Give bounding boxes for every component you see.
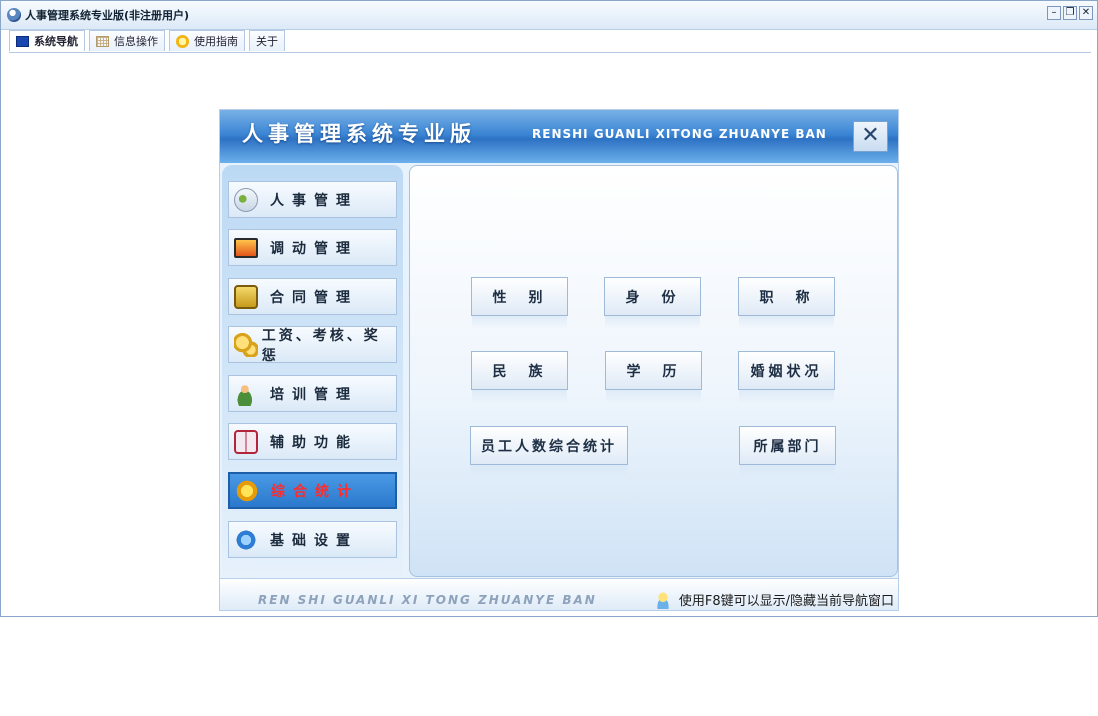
nav-item-label: 合同管理 xyxy=(270,289,358,306)
nav-item-label: 工资、考核、奖惩 xyxy=(261,327,381,364)
minimize-button[interactable]: – xyxy=(1047,6,1061,20)
panel-title-en: RENSHI GUANLI XITONG ZHUANYE BAN xyxy=(532,127,827,141)
footer-hint: 使用F8键可以显示/隐藏当前导航窗口 xyxy=(652,590,894,609)
panel-banner: 人事管理系统专业版 RENSHI GUANLI XITONG ZHUANYE B… xyxy=(220,110,898,163)
statistics-area: 性 别 身 份 职 称 民 族 学 历 婚姻状况 员工人数综合统计 所属部门 xyxy=(409,165,898,577)
nav-item-label: 综合统计 xyxy=(271,483,359,500)
gender-stat-button[interactable]: 性 别 xyxy=(471,277,568,329)
nav-menu: 人事管理 调动管理 合同管理 工资、考核、奖惩 培训管理 辅助功能 综合统计 基… xyxy=(222,165,403,577)
person-card-icon xyxy=(234,187,258,212)
tip-person-icon xyxy=(652,590,673,609)
nav-item-training[interactable]: 培训管理 xyxy=(228,375,397,412)
restore-button[interactable]: ❐ xyxy=(1063,6,1077,20)
tab-bar: 系统导航 信息操作 使用指南 关于 xyxy=(9,30,285,52)
star-icon xyxy=(235,478,259,503)
nav-item-label: 辅助功能 xyxy=(270,434,358,451)
navigation-panel: 人事管理系统专业版 RENSHI GUANLI XITONG ZHUANYE B… xyxy=(219,109,899,611)
marital-status-stat-button[interactable]: 婚姻状况 xyxy=(738,351,835,403)
panel-title: 人事管理系统专业版 xyxy=(242,122,476,146)
trainee-icon xyxy=(234,381,258,406)
book-icon xyxy=(234,429,258,454)
nav-item-label: 基础设置 xyxy=(270,532,358,549)
nav-item-label: 培训管理 xyxy=(270,386,358,403)
identity-stat-button[interactable]: 身 份 xyxy=(604,277,701,329)
guide-icon xyxy=(176,34,189,48)
nav-item-label: 人事管理 xyxy=(270,192,358,209)
nav-item-contract[interactable]: 合同管理 xyxy=(228,278,397,315)
tab-label: 信息操作 xyxy=(114,35,158,48)
nav-item-salary[interactable]: 工资、考核、奖惩 xyxy=(228,326,397,364)
nav-item-settings[interactable]: 基础设置 xyxy=(228,521,397,558)
ethnicity-stat-button[interactable]: 民 族 xyxy=(471,351,568,403)
tab-info-operation[interactable]: 信息操作 xyxy=(89,30,165,51)
nav-item-transfer[interactable]: 调动管理 xyxy=(228,229,397,266)
monitor-icon xyxy=(234,237,258,258)
nav-item-statistics[interactable]: 综合统计 xyxy=(228,472,397,509)
window-controls: – ❐ ✕ xyxy=(1047,6,1093,20)
title-bar: 人事管理系统专业版(非注册用户) – ❐ ✕ xyxy=(1,1,1097,30)
panel-footer: REN SHI GUANLI XI TONG ZHUANYE BAN 使用F8键… xyxy=(220,578,898,610)
tab-label: 系统导航 xyxy=(34,35,78,48)
tab-about[interactable]: 关于 xyxy=(249,30,285,51)
panel-close-button[interactable]: ✕ xyxy=(853,121,888,152)
document-icon xyxy=(234,284,258,309)
coins-icon xyxy=(234,332,258,357)
settings-star-icon xyxy=(234,527,258,552)
monitor-icon xyxy=(16,35,29,47)
grid-icon xyxy=(96,35,109,47)
close-window-button[interactable]: ✕ xyxy=(1079,6,1093,20)
tab-label: 使用指南 xyxy=(194,35,238,48)
window-title: 人事管理系统专业版(非注册用户) xyxy=(25,9,190,22)
tab-user-guide[interactable]: 使用指南 xyxy=(169,30,245,51)
footer-title-en: REN SHI GUANLI XI TONG ZHUANYE BAN xyxy=(258,593,597,607)
main-window: 人事管理系统专业版(非注册用户) – ❐ ✕ 系统导航 信息操作 使用指南 关于… xyxy=(0,0,1098,617)
nav-item-label: 调动管理 xyxy=(270,240,358,257)
nav-item-personnel[interactable]: 人事管理 xyxy=(228,181,397,218)
footer-hint-text: 使用F8键可以显示/隐藏当前导航窗口 xyxy=(678,594,894,609)
title-stat-button[interactable]: 职 称 xyxy=(738,277,835,329)
tab-system-navigation[interactable]: 系统导航 xyxy=(9,30,85,51)
tab-divider xyxy=(9,52,1091,53)
headcount-stat-button[interactable]: 员工人数综合统计 xyxy=(470,426,628,478)
tab-label: 关于 xyxy=(256,35,278,48)
education-stat-button[interactable]: 学 历 xyxy=(605,351,702,403)
app-logo-icon xyxy=(7,8,21,22)
department-stat-button[interactable]: 所属部门 xyxy=(739,426,836,478)
nav-item-auxiliary[interactable]: 辅助功能 xyxy=(228,423,397,460)
